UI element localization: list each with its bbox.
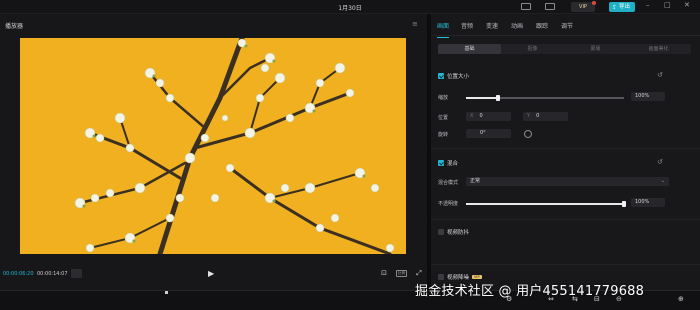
tab-tracking[interactable]: 跟踪 — [536, 21, 548, 30]
vip-label: VIP — [579, 4, 587, 10]
total-time: 00:00:14:07 — [37, 271, 68, 277]
position-size-label: 位置大小 — [447, 74, 470, 80]
position-label: 位置 — [438, 115, 449, 121]
timeline-toggle-button[interactable] — [71, 269, 82, 278]
vip-button[interactable]: VIP — [571, 1, 596, 12]
inspector-subtabs: 基础 抠像 蒙版 画面美化 — [438, 44, 691, 54]
y-value: 0 — [536, 113, 540, 119]
subtab-mask[interactable]: 蒙版 — [564, 44, 627, 54]
x-value: 0 — [479, 113, 483, 119]
blend-label: 混合 — [447, 161, 459, 167]
position-size-heading: 位置大小 — [438, 72, 469, 80]
blend-mode-select[interactable]: 正常 ⌄ — [466, 177, 669, 186]
fullscreen-icon[interactable]: ⤢ — [414, 269, 424, 278]
scale-value[interactable]: 100% — [631, 92, 665, 101]
divider — [431, 148, 700, 149]
play-icon[interactable]: ▶ — [208, 269, 214, 278]
position-size-checkbox[interactable] — [438, 73, 444, 79]
divider — [431, 264, 700, 265]
tab-adjust[interactable]: 调节 — [561, 21, 573, 30]
current-time: 00:00:06:20 — [3, 271, 34, 277]
minimize-button[interactable]: – — [646, 1, 650, 9]
tab-audio[interactable]: 音频 — [461, 21, 473, 30]
player-panel: 播放器 ≡ 00:00:06:20 00:00:14:07 ▶ ⊡ 比例 ⤢ — [0, 14, 428, 290]
blend-mode-label: 混合模式 — [438, 180, 459, 186]
tab-animation[interactable]: 动画 — [511, 21, 523, 30]
export-label: 导出 — [619, 4, 631, 10]
player-title: 播放器 — [5, 23, 24, 30]
keyboard-icon[interactable] — [521, 3, 531, 10]
inspector-tabs: 画面 音频 变速 动画 跟踪 调节 — [431, 14, 700, 38]
blend-checkbox[interactable] — [438, 160, 444, 166]
vip-badge: VIP — [472, 275, 482, 279]
rotate-field[interactable]: 0° — [466, 129, 511, 138]
divider — [431, 219, 700, 220]
blossom-branch-image — [20, 38, 406, 254]
opacity-label: 不透明度 — [438, 201, 459, 207]
tab-speed[interactable]: 变速 — [486, 21, 498, 30]
inspector-panel: 画面 音频 变速 动画 跟踪 调节 基础 抠像 蒙版 画面美化 位置大小 ↺ 缩… — [431, 14, 700, 294]
y-key: Y — [527, 113, 531, 119]
opacity-value[interactable]: 100% — [631, 198, 665, 207]
crop-icon[interactable]: ⊡ — [379, 269, 389, 278]
blend-reset-icon[interactable]: ↺ — [657, 158, 663, 166]
subtab-basic[interactable]: 基础 — [438, 44, 501, 54]
upload-icon: ⇪ — [612, 4, 618, 11]
scale-slider-fill — [466, 97, 498, 99]
zoom-in-icon[interactable]: ⊕ — [678, 295, 684, 303]
layout-icon[interactable] — [545, 3, 555, 10]
close-button[interactable]: ✕ — [684, 1, 690, 9]
opacity-slider[interactable] — [466, 201, 626, 207]
position-y-field[interactable]: Y0 — [523, 112, 568, 121]
stabilize-label: 视频防抖 — [447, 230, 470, 236]
opacity-slider-knob[interactable] — [622, 201, 626, 207]
rotate-dial-icon[interactable] — [524, 130, 532, 138]
stabilize-checkbox[interactable] — [438, 229, 444, 235]
title-bar: 1月30日 VIP ⇪ 导出 – □ ✕ — [0, 0, 700, 14]
scale-slider[interactable] — [466, 95, 624, 101]
playhead-marker[interactable] — [165, 291, 168, 294]
subtab-beautify[interactable]: 画面美化 — [627, 44, 690, 54]
watermark-text: 掘金技术社区 @ 用户455141779688 — [415, 284, 645, 299]
blend-mode-value: 正常 — [470, 178, 481, 184]
menu-icon[interactable]: ≡ — [412, 20, 418, 28]
rotate-label: 旋转 — [438, 132, 449, 138]
ratio-button[interactable]: 比例 — [396, 270, 407, 277]
blend-heading: 混合 — [438, 159, 458, 167]
export-button[interactable]: ⇪ 导出 — [609, 2, 635, 12]
notification-dot-icon — [592, 1, 596, 5]
reset-icon[interactable]: ↺ — [657, 71, 663, 79]
maximize-button[interactable]: □ — [664, 1, 671, 9]
chevron-down-icon: ⌄ — [660, 178, 665, 184]
x-key: X — [470, 113, 474, 119]
scale-slider-knob[interactable] — [495, 95, 500, 101]
stabilize-heading: 视频防抖 — [438, 228, 469, 236]
position-x-field[interactable]: X0 — [466, 112, 511, 121]
subtab-cutout[interactable]: 抠像 — [501, 44, 564, 54]
video-preview[interactable] — [20, 38, 406, 254]
opacity-slider-fill — [466, 203, 624, 205]
tab-picture[interactable]: 画面 — [437, 21, 450, 38]
scale-label: 缩放 — [438, 95, 449, 101]
